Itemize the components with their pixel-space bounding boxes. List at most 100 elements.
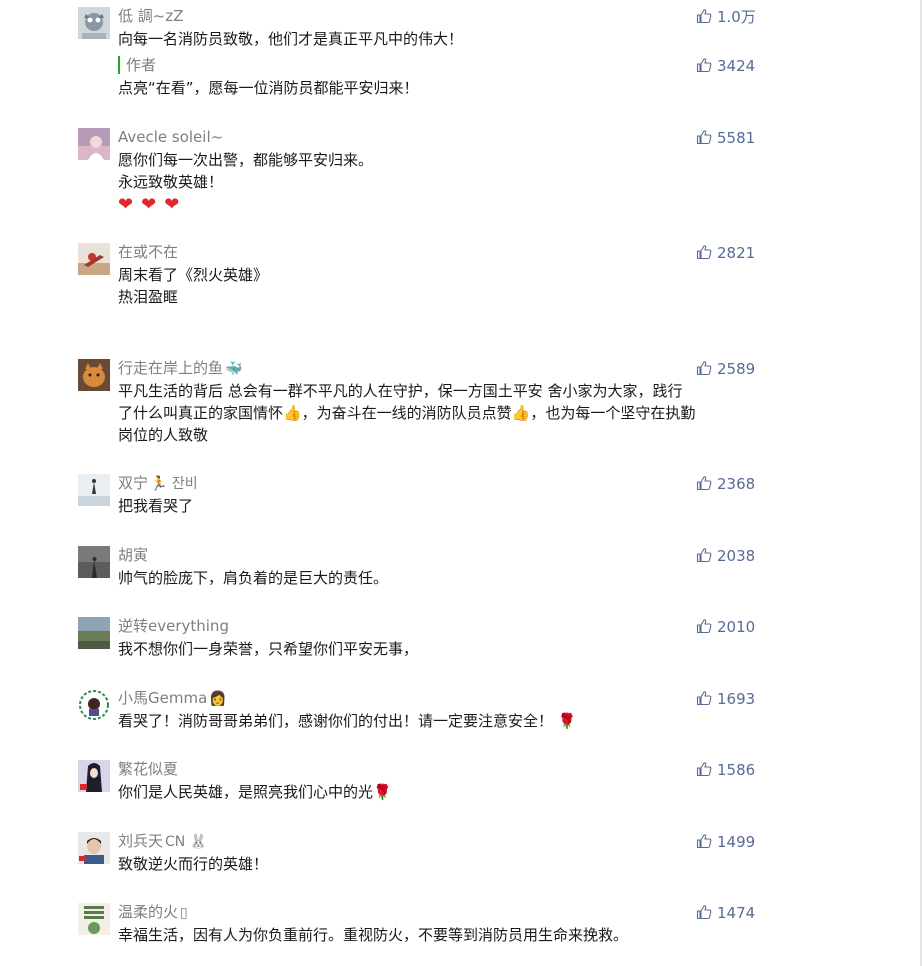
comment-nickname: 低 調~zZ: [118, 7, 184, 25]
comment-nickname: 双宁 🏃 잔비: [118, 474, 198, 493]
comment-line: 向每一名消防员致敬，他们才是真正平凡中的伟大！: [118, 30, 464, 48]
like-button[interactable]: 2038: [696, 546, 786, 566]
comment-text: 平凡生活的背后 总会有一群不平凡的人在守护，保一方国土平安 舍小家为大家，践行 …: [118, 380, 758, 446]
comment-nickname: 繁花似夏: [118, 760, 179, 778]
like-button[interactable]: 1.0万: [696, 7, 786, 27]
nickname-text: 小馬Gemma: [118, 689, 208, 707]
comment-text: 帅气的脸庞下，肩负着的是巨大的责任。: [118, 567, 758, 589]
like-count: 1693: [717, 690, 756, 708]
like-count: 2368: [717, 475, 756, 493]
comment-text: 你们是人民英雄，是照亮我们心中的光🌹: [118, 781, 758, 803]
avatar[interactable]: [78, 128, 110, 160]
comment-text: 致敬逆火而行的英雄！: [118, 853, 758, 875]
comment-text: 向每一名消防员致敬，他们才是真正平凡中的伟大！: [118, 28, 758, 50]
comment-text: 我不想你们一身荣誉，只希望你们平安无事，: [118, 638, 758, 660]
comment-nickname: 刘兵天 CN 🐰: [118, 832, 207, 851]
thumbs-up-icon: [696, 130, 712, 145]
thumbs-up-icon: [696, 476, 712, 491]
author-label: 作者: [118, 56, 156, 74]
avatar[interactable]: [78, 7, 110, 39]
comment-text: 看哭了！消防哥哥弟弟们，感谢你们的付出！请一定要注意安全！ 🌹: [118, 710, 758, 732]
avatar[interactable]: [78, 689, 110, 721]
nickname-text: 双宁: [118, 474, 149, 492]
comment-line: 周末看了《烈火英雄》: [118, 266, 269, 284]
heart-icon: ❤: [164, 194, 180, 215]
whale-icon: 🐳: [225, 361, 243, 377]
woman-icon: 👩: [209, 691, 227, 707]
like-count: 1499: [717, 833, 756, 851]
like-button[interactable]: 5581: [696, 128, 786, 148]
like-button[interactable]: 3424: [696, 56, 786, 76]
avatar[interactable]: [78, 474, 110, 506]
avatar[interactable]: [78, 832, 110, 864]
comment-nickname: Avecle soleil~: [118, 128, 224, 146]
like-button[interactable]: 1499: [696, 832, 786, 852]
comment-text: 周末看了《烈火英雄》 热泪盈眶: [118, 264, 758, 308]
like-count: 3424: [717, 57, 756, 75]
like-button[interactable]: 1586: [696, 760, 786, 780]
comment-nickname: 在或不在: [118, 243, 179, 261]
comment-line: 岗位的人致敬: [118, 426, 209, 444]
like-count: 1474: [717, 904, 756, 922]
comment-line: 永远致敬英雄！: [118, 173, 224, 191]
like-count: 2038: [717, 547, 756, 565]
like-button[interactable]: 2589: [696, 359, 786, 379]
avatar[interactable]: [78, 359, 110, 391]
like-count: 2589: [717, 360, 756, 378]
comment-text: 幸福生活，因有人为你负重前行。重视防火，不要等到消防员用生命来挽救。: [118, 924, 758, 946]
heart-icon: ❤: [141, 194, 157, 215]
comment-line: 致敬逆火而行的英雄！: [118, 855, 269, 873]
avatar[interactable]: [78, 546, 110, 578]
thumbs-up-icon: [696, 762, 712, 777]
like-button[interactable]: 1474: [696, 903, 786, 923]
thumbs-up-icon: [696, 834, 712, 849]
comment-line: 平凡生活的背后 总会有一群不平凡的人在守护，保一方国土平安 舍小家为大家，践行: [118, 382, 683, 400]
comment-line: 帅气的脸庞下，肩负着的是巨大的责任。: [118, 569, 389, 587]
like-count: 1.0万: [717, 8, 756, 26]
unknown-glyph-icon: ▯: [180, 905, 188, 921]
comment-line: 把我看哭了: [118, 497, 194, 515]
comment-nickname: 胡寅: [118, 546, 149, 564]
like-count: 2821: [717, 244, 756, 262]
rabbit-icon: CN 🐰: [165, 834, 208, 850]
like-count: 2010: [717, 618, 756, 636]
nickname-text: 刘兵天: [118, 832, 164, 850]
like-button[interactable]: 1693: [696, 689, 786, 709]
like-count: 5581: [717, 129, 756, 147]
hearts-row: ❤ ❤ ❤: [118, 195, 187, 215]
thumbs-up-icon: [696, 361, 712, 376]
comment-nickname: 温柔的火 ▯: [118, 903, 188, 922]
avatar[interactable]: [78, 243, 110, 275]
comment-line: 我不想你们一身荣誉，只希望你们平安无事，: [118, 640, 419, 658]
runner-icon: 🏃 잔비: [150, 476, 198, 492]
comment-nickname: 行走在岸上的鱼 🐳: [118, 359, 242, 378]
reply-text: 点亮“在看”，愿每一位消防员都能平安归来！: [118, 79, 419, 97]
thumbs-up-icon: [696, 905, 712, 920]
like-button[interactable]: 2010: [696, 617, 786, 637]
comment-text: 愿你们每一次出警，都能够平安归来。 永远致敬英雄！: [118, 149, 758, 193]
thumbs-up-icon: [696, 691, 712, 706]
thumbs-up-icon: [696, 245, 712, 260]
like-count: 1586: [717, 761, 756, 779]
comment-nickname: 小馬Gemma 👩: [118, 689, 227, 708]
like-button[interactable]: 2368: [696, 474, 786, 494]
comment-nickname: 逆转everything: [118, 617, 229, 635]
comment-line: 你们是人民英雄，是照亮我们心中的光🌹: [118, 783, 392, 801]
avatar[interactable]: [78, 760, 110, 792]
comment-line: 热泪盈眶: [118, 288, 179, 306]
avatar[interactable]: [78, 617, 110, 649]
comment-line: 幸福生活，因有人为你负重前行。重视防火，不要等到消防员用生命来挽救。: [118, 926, 629, 944]
thumbs-up-icon: [696, 9, 712, 24]
comment-line: 愿你们每一次出警，都能够平安归来。: [118, 151, 374, 169]
heart-icon: ❤: [118, 194, 134, 215]
thumbs-up-icon: [696, 619, 712, 634]
nickname-text: 行走在岸上的鱼: [118, 359, 224, 377]
comment-line: 了什么叫真正的家国情怀👍，为奋斗在一线的消防队员点赞👍，也为每一个坚守在执勤: [118, 404, 696, 422]
avatar[interactable]: [78, 903, 110, 935]
thumbs-up-icon: [696, 548, 712, 563]
like-button[interactable]: 2821: [696, 243, 786, 263]
comment-text: 把我看哭了: [118, 495, 758, 517]
thumbs-up-icon: [696, 58, 712, 73]
comment-line: 看哭了！消防哥哥弟弟们，感谢你们的付出！请一定要注意安全！ 🌹: [118, 712, 577, 730]
nickname-text: 温柔的火: [118, 903, 179, 921]
